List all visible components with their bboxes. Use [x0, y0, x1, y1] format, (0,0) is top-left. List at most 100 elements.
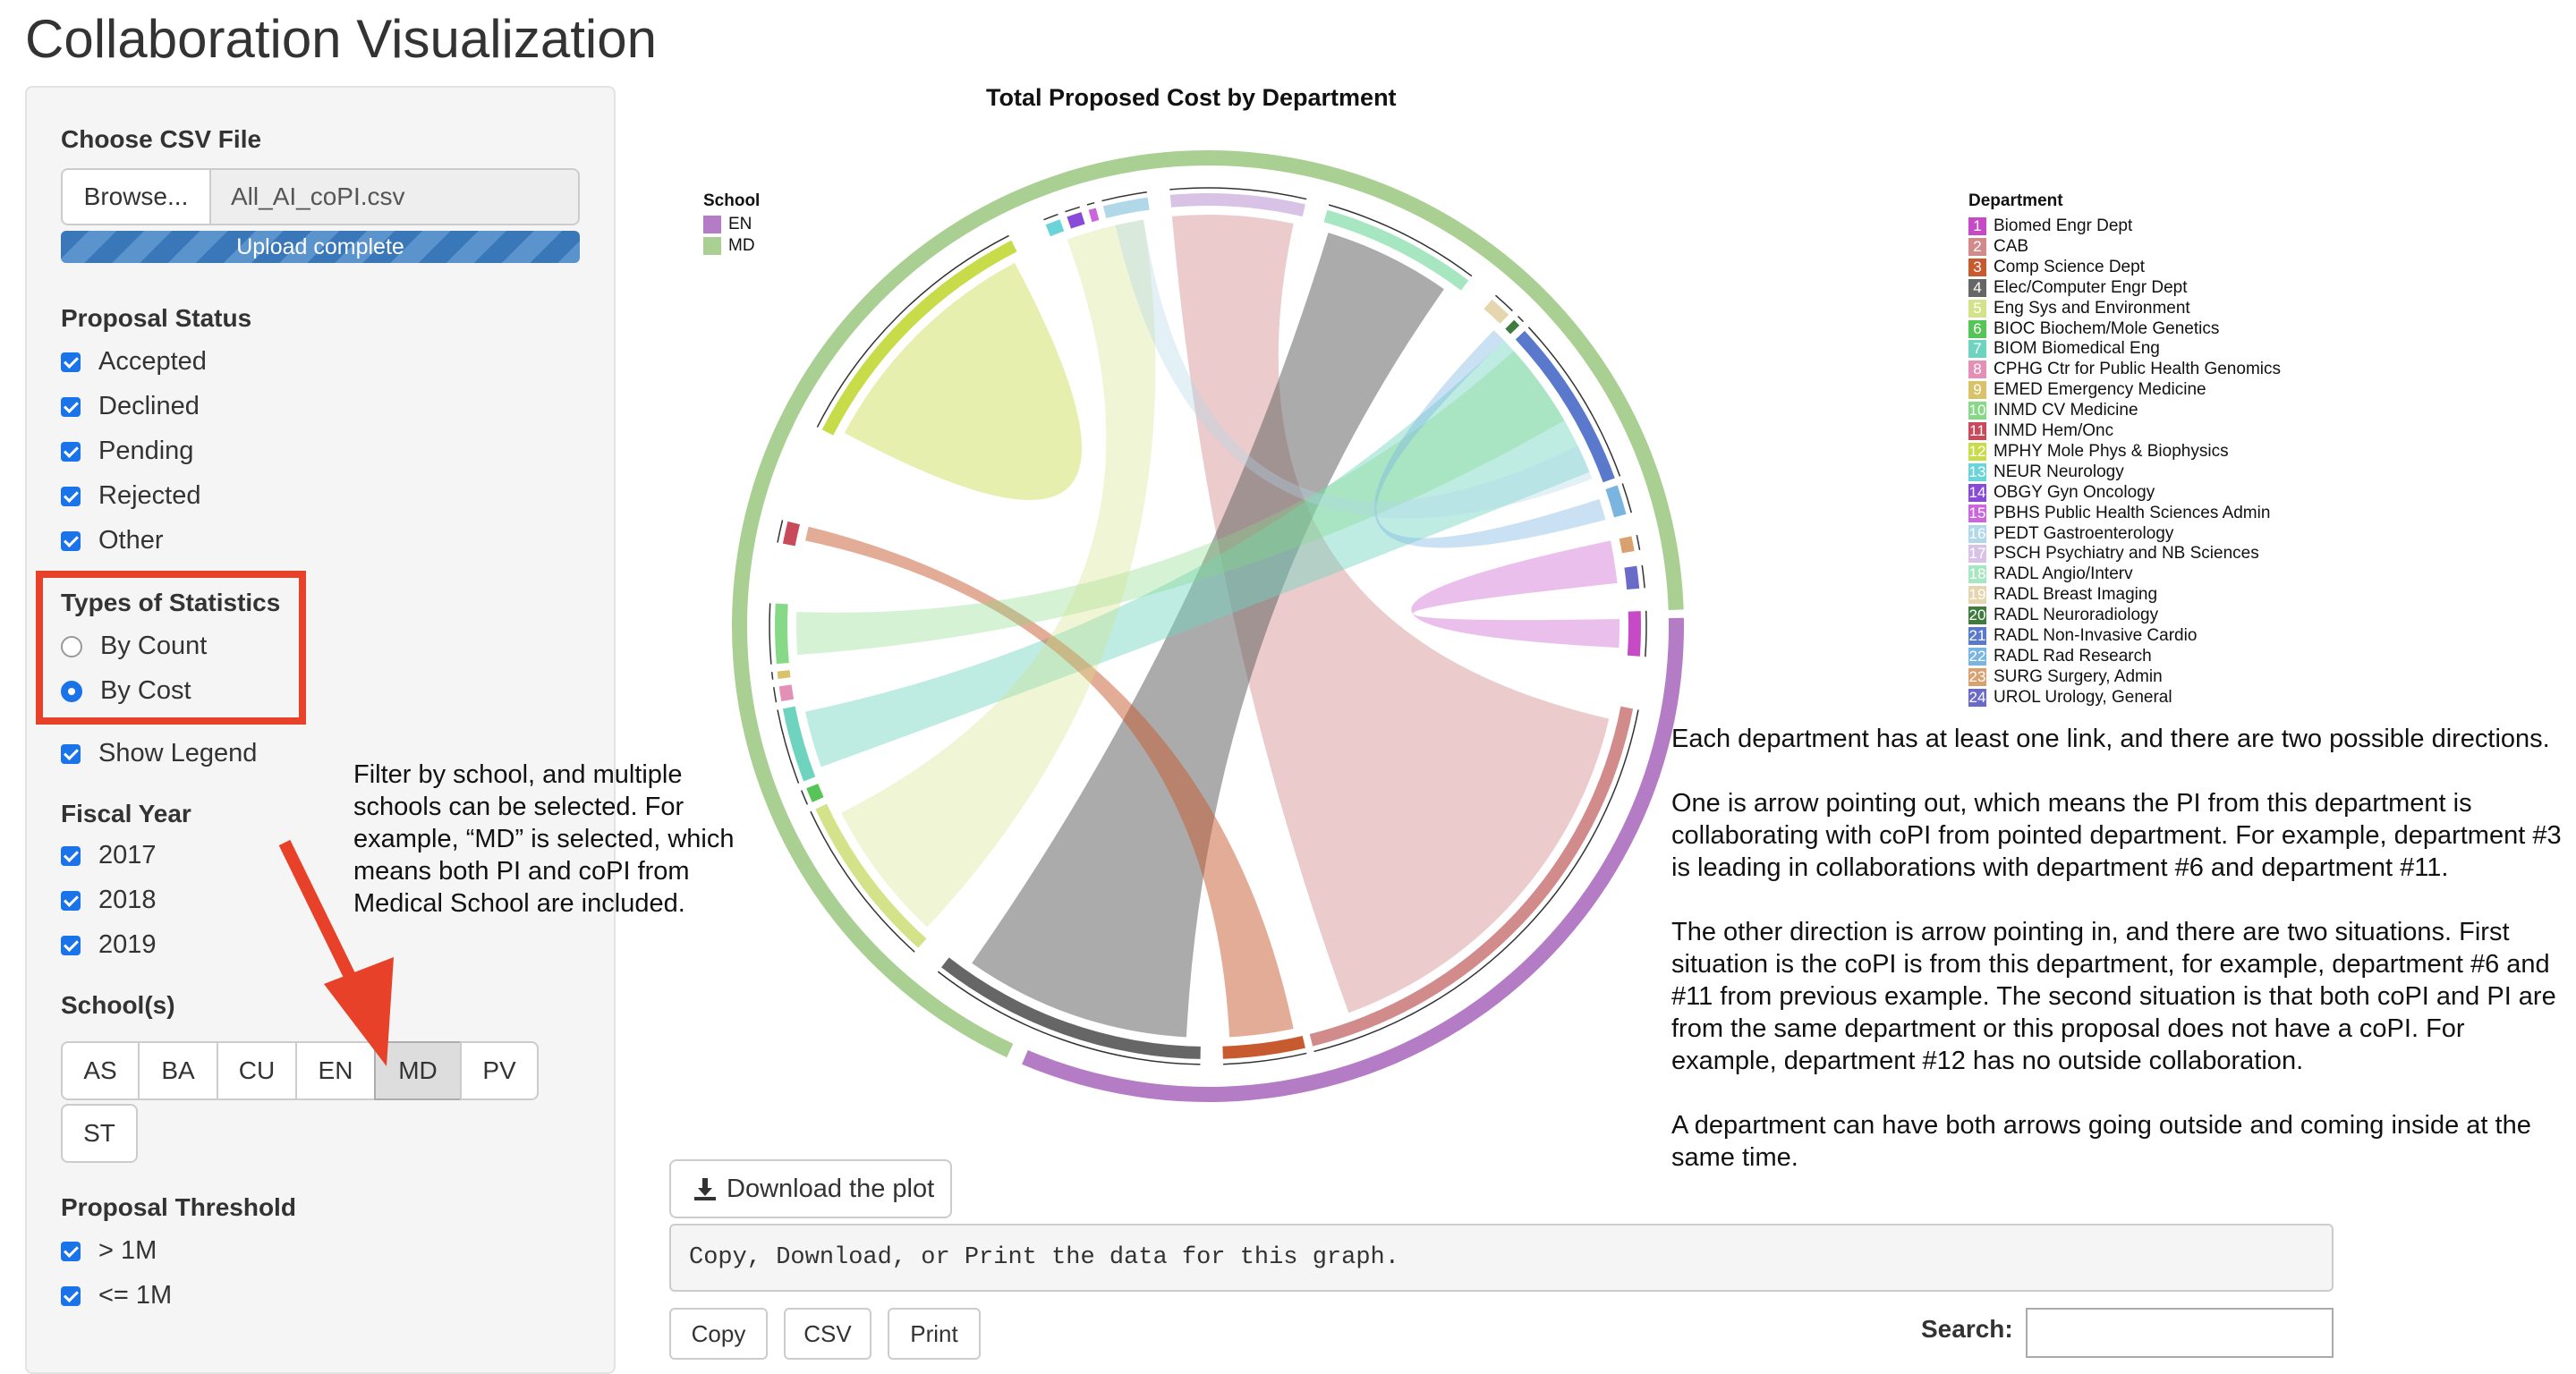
- department-legend-item: 4 Elec/Computer Engr Dept: [1968, 278, 2188, 298]
- checkbox-checked-icon[interactable]: [61, 890, 81, 911]
- checkbox-label: Declined: [98, 392, 200, 420]
- checkbox-checked-icon[interactable]: [61, 530, 81, 551]
- department-legend-item: 1 Biomed Engr Dept: [1968, 216, 2132, 236]
- department-axis-1: [1645, 610, 1647, 657]
- department-segment-22: [1605, 485, 1627, 518]
- school-button-st[interactable]: ST: [61, 1104, 138, 1163]
- threshold-over-1m-checkbox[interactable]: > 1M: [61, 1236, 157, 1266]
- status-accepted-checkbox[interactable]: Accepted: [61, 347, 207, 377]
- status-other-checkbox[interactable]: Other: [61, 526, 164, 556]
- checkbox-label: 2019: [98, 930, 157, 959]
- department-segment-16: [1102, 197, 1150, 218]
- file-name-field[interactable]: All_AI_coPI.csv: [211, 168, 580, 225]
- department-segment-6: [806, 784, 824, 802]
- checkbox-checked-icon[interactable]: [61, 935, 81, 955]
- legend-swatch: 10: [1968, 402, 1986, 420]
- checkbox-checked-icon[interactable]: [61, 352, 81, 372]
- by-count-radio[interactable]: By Count: [61, 632, 207, 661]
- school-button-ba[interactable]: BA: [138, 1041, 218, 1100]
- department-legend-item: 23 SURG Surgery, Admin: [1968, 667, 2163, 687]
- copy-button[interactable]: Copy: [669, 1308, 768, 1360]
- legend-swatch: 1: [1968, 217, 1986, 235]
- legend-label: MPHY Mole Phys & Biophysics: [1994, 441, 2229, 461]
- show-legend-checkbox[interactable]: Show Legend: [61, 739, 257, 768]
- checkbox-label: Accepted: [98, 347, 207, 376]
- checkbox-label: <= 1M: [98, 1281, 173, 1310]
- fy-2017-checkbox[interactable]: 2017: [61, 841, 157, 870]
- legend-swatch: 11: [1968, 422, 1986, 440]
- status-rejected-checkbox[interactable]: Rejected: [61, 481, 200, 511]
- department-legend-item: 3 Comp Science Dept: [1968, 258, 2145, 277]
- legend-label: RADL Non-Invasive Cardio: [1994, 626, 2198, 645]
- department-legend-item: 10 INMD CV Medicine: [1968, 401, 2138, 420]
- department-legend-item: 13 NEUR Neurology: [1968, 462, 2124, 482]
- department-segment-14: [1067, 212, 1085, 229]
- radio-icon[interactable]: [61, 635, 82, 657]
- department-legend-item: 9 EMED Emergency Medicine: [1968, 380, 2206, 400]
- checkbox-checked-icon[interactable]: [61, 845, 81, 866]
- department-legend-item: 5 Eng Sys and Environment: [1968, 299, 2190, 318]
- by-cost-radio[interactable]: By Cost: [61, 676, 191, 706]
- department-segment-3: [1222, 1035, 1305, 1059]
- legend-swatch: 24: [1968, 688, 1986, 707]
- search-input[interactable]: [2026, 1308, 2334, 1358]
- csv-button[interactable]: CSV: [784, 1308, 871, 1360]
- legend-swatch: 14: [1968, 483, 1986, 502]
- status-declined-checkbox[interactable]: Declined: [61, 392, 200, 421]
- fy-2018-checkbox[interactable]: 2018: [61, 886, 157, 915]
- legend-swatch: 15: [1968, 504, 1986, 522]
- chord-ribbon-1: [1411, 540, 1620, 649]
- checkbox-label: Rejected: [98, 481, 201, 510]
- department-segment-23: [1619, 536, 1635, 554]
- department-legend-item: 11 INMD Hem/Onc: [1968, 421, 2113, 441]
- download-plot-button[interactable]: Download the plot: [669, 1159, 952, 1218]
- page-title: Collaboration Visualization: [25, 9, 657, 69]
- checkbox-label: Other: [98, 526, 164, 555]
- legend-swatch: 8: [1968, 360, 1986, 379]
- legend-label: INMD CV Medicine: [1994, 401, 2138, 420]
- chart-title: Total Proposed Cost by Department: [986, 84, 1397, 111]
- checkbox-checked-icon[interactable]: [61, 441, 81, 462]
- legend-swatch: 4: [1968, 278, 1986, 297]
- legend-swatch: 23: [1968, 667, 1986, 686]
- checkbox-checked-icon[interactable]: [61, 396, 81, 417]
- checkbox-checked-icon[interactable]: [61, 486, 81, 506]
- legend-label: PSCH Psychiatry and NB Sciences: [1994, 544, 2259, 564]
- department-axis-24: [1641, 564, 1645, 589]
- checkbox-checked-icon[interactable]: [61, 1241, 81, 1261]
- checkbox-label: Show Legend: [98, 739, 258, 768]
- fy-2019-checkbox[interactable]: 2019: [61, 930, 157, 960]
- department-legend-item: 17 PSCH Psychiatry and NB Sciences: [1968, 544, 2259, 564]
- radio-selected-icon[interactable]: [61, 680, 82, 702]
- chord-diagram: [732, 150, 1684, 1102]
- filter-annotation-text: Filter by school, and multiple schools c…: [353, 760, 735, 918]
- legend-label: OBGY Gyn Oncology: [1994, 482, 2155, 502]
- description-paragraph: A department can have both arrows going …: [1671, 1111, 2531, 1172]
- download-icon: [694, 1178, 716, 1200]
- department-axis-10: [769, 603, 772, 665]
- department-segment-9: [777, 670, 791, 679]
- legend-label: Eng Sys and Environment: [1994, 298, 2190, 318]
- department-segment-15: [1088, 208, 1100, 223]
- fiscal-year-label: Fiscal Year: [61, 800, 191, 827]
- search-label: Search:: [1921, 1315, 2013, 1343]
- legend-label: UROL Urology, General: [1994, 687, 2172, 707]
- department-legend-item: 18 RADL Angio/Interv: [1968, 564, 2133, 584]
- print-button[interactable]: Print: [888, 1308, 981, 1360]
- description-paragraph: Each department has at least one link, a…: [1671, 725, 2550, 753]
- school-button-pv[interactable]: PV: [460, 1041, 539, 1100]
- checkbox-checked-icon[interactable]: [61, 1285, 81, 1306]
- threshold-under-1m-checkbox[interactable]: <= 1M: [61, 1281, 172, 1310]
- department-legend-item: 24 UROL Urology, General: [1968, 688, 2172, 708]
- status-pending-checkbox[interactable]: Pending: [61, 437, 193, 466]
- checkbox-checked-icon[interactable]: [61, 743, 81, 764]
- legend-label: BIOM Biomedical Eng: [1994, 339, 2160, 359]
- legend-swatch: 20: [1968, 606, 1986, 625]
- legend-label: Elec/Computer Engr Dept: [1994, 277, 2188, 297]
- department-legend-item: 8 CPHG Ctr for Public Health Genomics: [1968, 360, 2281, 379]
- upload-progress-bar: Upload complete: [61, 231, 580, 263]
- csv-file-label: Choose CSV File: [61, 125, 262, 153]
- school-button-as[interactable]: AS: [61, 1041, 140, 1100]
- legend-label: RADL Angio/Interv: [1994, 564, 2133, 584]
- browse-button[interactable]: Browse...: [61, 168, 211, 225]
